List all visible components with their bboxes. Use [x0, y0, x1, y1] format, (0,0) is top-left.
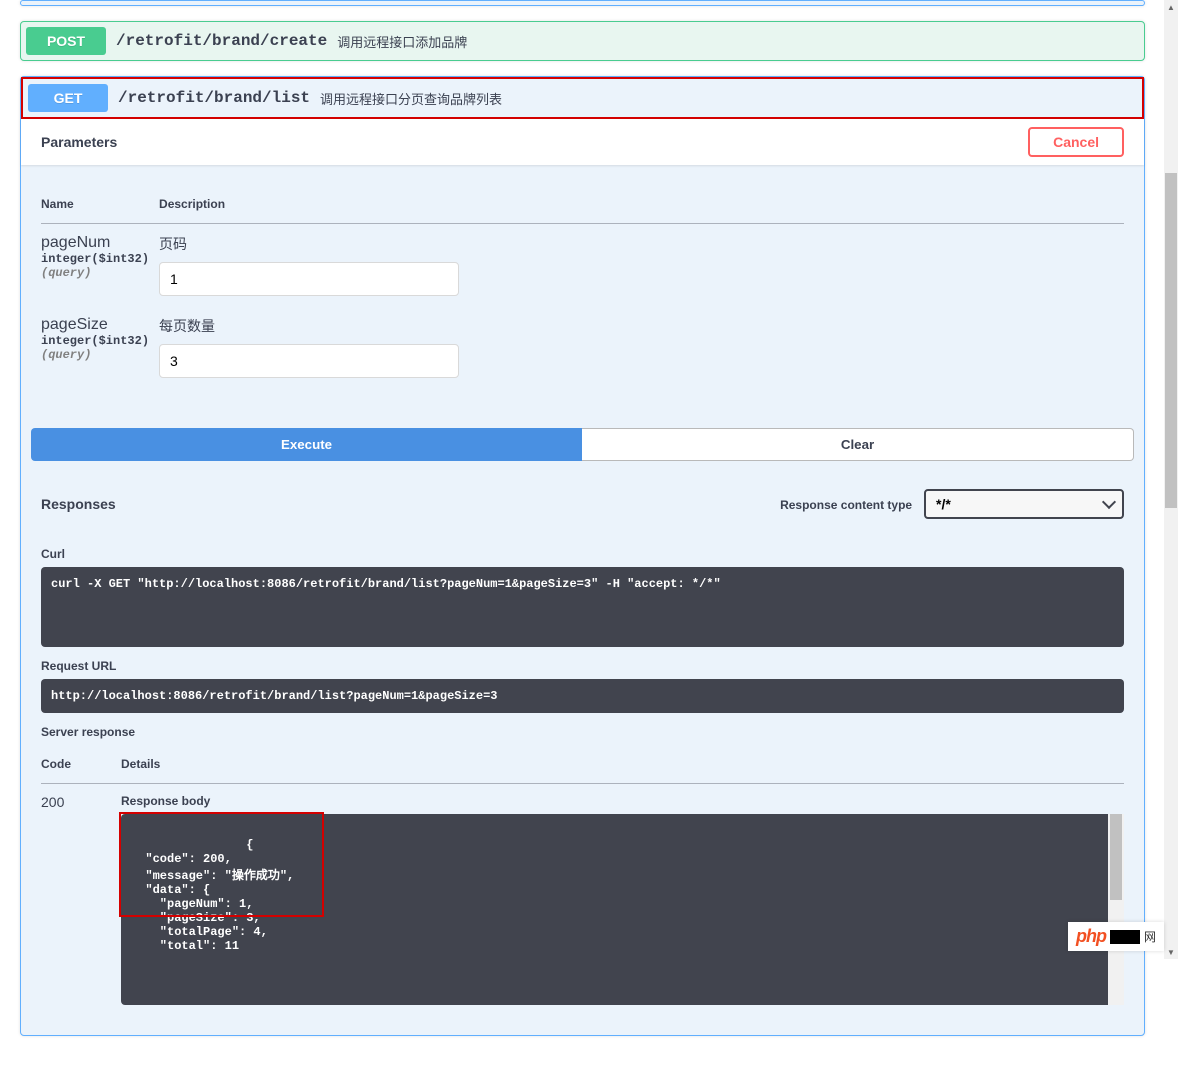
param-name: pageSize	[41, 316, 149, 334]
opblock-get-list: GET /retrofit/brand/list 调用远程接口分页查询品牌列表 …	[20, 76, 1145, 1036]
method-badge-post: POST	[26, 27, 106, 55]
responses-title: Responses	[41, 496, 116, 512]
scrollbar-thumb[interactable]	[1110, 814, 1122, 900]
parameters-table: Name Description pageNum integer($int32)…	[41, 185, 1124, 388]
param-input-pagenum[interactable]	[159, 262, 459, 296]
parameters-header: Parameters Cancel	[21, 119, 1144, 165]
parameters-title: Parameters	[41, 134, 117, 150]
watermark-redacted	[1110, 930, 1140, 944]
endpoint-path: /retrofit/brand/list	[118, 89, 310, 107]
curl-label: Curl	[41, 547, 1124, 561]
param-desc: 页码	[159, 234, 1124, 254]
param-row: pageNum integer($int32) (query) 页码	[41, 224, 1124, 307]
scroll-down-icon[interactable]: ▼	[1164, 945, 1178, 959]
col-code: Code	[41, 745, 121, 784]
param-in: (query)	[41, 348, 149, 362]
param-row: pageSize integer($int32) (query) 每页数量	[41, 306, 1124, 388]
opblock-post-create[interactable]: POST /retrofit/brand/create 调用远程接口添加品牌	[20, 21, 1145, 61]
scroll-up-icon[interactable]: ▲	[1164, 0, 1178, 14]
server-response-label: Server response	[41, 725, 1124, 739]
content-type-label: Response content type	[780, 498, 912, 512]
scrollbar[interactable]	[1108, 814, 1124, 1005]
watermark: php 网	[1068, 922, 1164, 951]
response-body-block[interactable]: { "code": 200, "message": "操作成功", "data"…	[121, 814, 1124, 1005]
col-details: Details	[121, 745, 1124, 784]
cancel-button[interactable]: Cancel	[1028, 127, 1124, 157]
response-table: Code Details 200 Response body { "code":…	[41, 745, 1124, 1015]
endpoint-path: /retrofit/brand/create	[116, 32, 327, 50]
param-in: (query)	[41, 266, 149, 280]
endpoint-desc: 调用远程接口分页查询品牌列表	[320, 89, 502, 108]
response-code: 200	[41, 784, 121, 1016]
endpoint-desc: 调用远程接口添加品牌	[337, 32, 467, 51]
method-badge-get: GET	[28, 84, 108, 112]
page-scrollbar[interactable]: ▲ ▼	[1164, 0, 1178, 959]
param-type: integer($int32)	[41, 334, 149, 348]
request-url-block[interactable]: http://localhost:8086/retrofit/brand/lis…	[41, 679, 1124, 713]
watermark-suffix: 网	[1144, 928, 1156, 945]
col-name: Name	[41, 185, 159, 224]
col-description: Description	[159, 185, 1124, 224]
response-body-label: Response body	[121, 794, 1124, 808]
execute-button[interactable]: Execute	[31, 428, 582, 461]
responses-header: Responses Response content type */*	[21, 481, 1144, 527]
param-name: pageNum	[41, 234, 149, 252]
response-body-text: { "code": 200, "message": "操作成功", "data"…	[131, 838, 294, 953]
request-url-label: Request URL	[41, 659, 1124, 673]
param-input-pagesize[interactable]	[159, 344, 459, 378]
param-type: integer($int32)	[41, 252, 149, 266]
scrollbar-thumb[interactable]	[1165, 173, 1177, 509]
param-desc: 每页数量	[159, 316, 1124, 336]
curl-block[interactable]: curl -X GET "http://localhost:8086/retro…	[41, 567, 1124, 647]
content-type-select[interactable]: */*	[924, 489, 1124, 519]
clear-button[interactable]: Clear	[582, 428, 1134, 461]
watermark-php: php	[1076, 926, 1106, 947]
opblock-summary[interactable]: GET /retrofit/brand/list 调用远程接口分页查询品牌列表	[21, 77, 1144, 119]
